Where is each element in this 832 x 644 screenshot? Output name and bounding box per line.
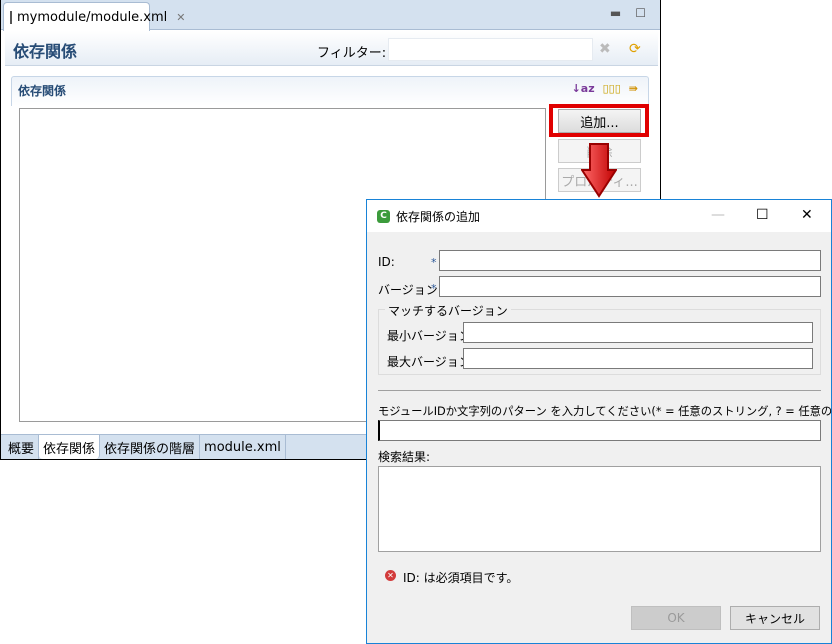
tab-module-xml[interactable]: module.xml [200, 435, 286, 459]
tab-overview[interactable]: 概要 [4, 435, 40, 459]
minimize-icon[interactable]: ▬ [610, 6, 621, 20]
pattern-input[interactable] [378, 420, 821, 441]
version-input[interactable] [439, 276, 821, 297]
dialog-titlebar: C 依存関係の追加 — ☐ ✕ [367, 200, 831, 232]
minimize-icon[interactable]: — [711, 207, 725, 223]
editor-tab-title: mymodule/module.xml [17, 9, 168, 25]
results-label: 検索結果: [378, 450, 431, 464]
tab-dependencies[interactable]: 依存関係 [39, 435, 101, 459]
dialog-title: 依存関係の追加 [396, 209, 481, 224]
close-icon[interactable]: ✕ [801, 207, 813, 223]
maximize-icon[interactable]: ☐ [635, 6, 646, 20]
section-title: 依存関係 [18, 84, 67, 98]
id-input[interactable] [439, 250, 821, 271]
max-version-input[interactable] [463, 348, 813, 369]
filter-input[interactable] [388, 38, 593, 61]
highlight-box [549, 104, 649, 137]
cancel-button[interactable]: キャンセル [730, 606, 820, 630]
maximize-icon[interactable]: ☐ [756, 207, 769, 223]
group-title: マッチするバージョン [385, 302, 511, 319]
id-label: ID: [378, 255, 395, 269]
max-version-label: 最大バージョン: [387, 355, 475, 369]
sort-az-icon[interactable]: ↓az [572, 82, 595, 95]
editor-tab[interactable]: mymodule/module.xml ✕ [3, 2, 186, 31]
pattern-label: モジュールIDか文字列のパターン を入力してください(* = 任意のストリング,… [378, 405, 832, 418]
required-marker: * [431, 282, 437, 295]
search-results-list[interactable] [378, 466, 821, 552]
required-marker: * [431, 256, 437, 269]
error-message: ID: は必須項目です。 [403, 571, 519, 585]
refresh-icon[interactable]: ⟳ [629, 41, 641, 57]
clear-filter-icon[interactable]: ✖ [599, 41, 611, 57]
add-dependency-dialog: C 依存関係の追加 — ☐ ✕ ID: * バージョン: * マッチするバージョ… [366, 199, 832, 644]
tab-dependency-hierarchy[interactable]: 依存関係の階層 [100, 435, 201, 459]
arrow-down-icon [581, 143, 617, 198]
dialog-app-icon: C [377, 209, 390, 223]
transitive-icon[interactable]: ⇛ [629, 82, 638, 95]
editor-tab-bar: mymodule/module.xml ✕ ▬ ☐ [1, 0, 660, 31]
columns-icon[interactable]: ▯▯▯ [603, 82, 621, 95]
form-header: 依存関係 フィルター: ✖ ⟳ [5, 31, 658, 66]
dependencies-section: 依存関係 ↓az ▯▯▯ ⇛ [11, 76, 649, 106]
close-icon[interactable]: ✕ [176, 11, 185, 24]
ok-button[interactable]: OK [631, 606, 721, 630]
error-icon: ✕ [385, 570, 396, 581]
separator [378, 390, 821, 391]
module-file-icon [10, 10, 12, 24]
min-version-input[interactable] [463, 322, 813, 343]
filter-label: フィルター: [317, 46, 387, 61]
page-title: 依存関係 [13, 42, 78, 61]
min-version-label: 最小バージョン: [387, 329, 475, 343]
